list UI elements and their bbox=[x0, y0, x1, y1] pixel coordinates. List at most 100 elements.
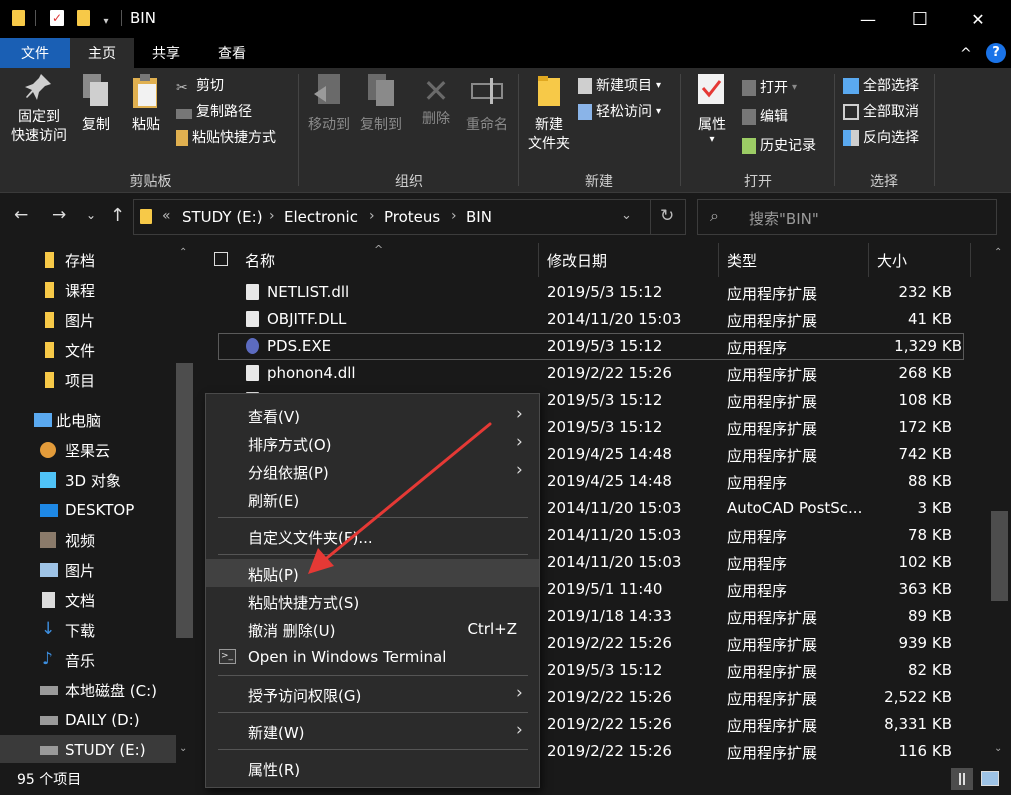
new-folder-button[interactable]: 新建 文件夹 bbox=[524, 72, 574, 154]
copy-path-button[interactable]: 复制路径 bbox=[176, 102, 252, 122]
table-row[interactable]: OBJITF.DLL 2014/11/20 15:03 应用程序扩展 41 KB bbox=[196, 306, 976, 333]
breadcrumb-bin[interactable]: BIN bbox=[466, 208, 492, 226]
column-header-name[interactable]: 名称 bbox=[245, 250, 275, 271]
breadcrumb-electronic[interactable]: Electronic bbox=[284, 208, 358, 226]
nav-item-projects[interactable]: 项目 bbox=[0, 365, 176, 395]
paste-shortcut-button[interactable]: 粘贴快捷方式 bbox=[176, 128, 276, 148]
nav-item-label: 项目 bbox=[65, 371, 96, 390]
nav-item-downloads[interactable]: ↓ 下载 bbox=[0, 615, 176, 645]
file-type: 应用程序扩展 bbox=[727, 312, 818, 330]
collapse-ribbon-icon[interactable]: ^ bbox=[960, 46, 972, 62]
nav-item-videos[interactable]: 视频 bbox=[0, 525, 176, 555]
table-row[interactable]: PDS.EXE 2019/5/3 15:12 应用程序 1,329 KB bbox=[218, 333, 964, 360]
column-header-date[interactable]: 修改日期 bbox=[547, 250, 607, 271]
breadcrumb-separator-icon[interactable]: › bbox=[369, 208, 375, 224]
nav-item-daily-d[interactable]: DAILY (D:) bbox=[0, 705, 176, 735]
file-list-scrollbar[interactable]: ⌃ ⌄ bbox=[988, 243, 1011, 763]
scroll-down-icon[interactable]: ⌄ bbox=[179, 743, 187, 754]
up-arrow-icon[interactable]: ↑ bbox=[110, 205, 125, 226]
table-row[interactable]: phonon4.dll 2019/2/22 15:26 应用程序扩展 268 KB bbox=[196, 360, 976, 387]
nav-item-3d-objects[interactable]: 3D 对象 bbox=[0, 465, 176, 495]
menu-item-properties[interactable]: 属性(R) bbox=[206, 754, 539, 782]
tab-home[interactable]: 主页 bbox=[70, 38, 134, 68]
customize-quick-access-icon[interactable]: ▾ bbox=[98, 12, 114, 30]
breadcrumb-drive[interactable]: STUDY (E:) bbox=[182, 208, 263, 226]
nav-item-pictures-pinned[interactable]: 图片 bbox=[0, 305, 176, 335]
breadcrumb-proteus[interactable]: Proteus bbox=[384, 208, 440, 226]
address-dropdown-icon[interactable]: ⌄ bbox=[621, 208, 632, 223]
file-type: 应用程序 bbox=[727, 474, 788, 492]
nav-item-this-pc[interactable]: 此电脑 bbox=[0, 405, 176, 435]
select-all-icon bbox=[843, 78, 859, 94]
tab-share[interactable]: 共享 bbox=[134, 38, 198, 68]
menu-item-open-terminal[interactable]: >_ Open in Windows Terminal bbox=[206, 643, 539, 671]
history-button[interactable]: 历史记录 bbox=[742, 136, 816, 156]
nav-item-label: 下载 bbox=[65, 621, 96, 640]
menu-item-give-access[interactable]: 授予访问权限(G) › bbox=[206, 680, 539, 708]
close-button[interactable]: ✕ bbox=[955, 0, 1001, 38]
refresh-icon[interactable]: ↻ bbox=[660, 206, 674, 226]
move-to-button[interactable]: 移动到 bbox=[304, 72, 354, 135]
search-box[interactable]: ⌕ 搜索"BIN" bbox=[697, 199, 997, 235]
delete-button[interactable]: ✕ 删除 bbox=[418, 72, 454, 129]
cut-button[interactable]: ✂ 剪切 bbox=[176, 76, 224, 96]
nav-item-files[interactable]: 文件 bbox=[0, 335, 176, 365]
column-divider[interactable] bbox=[538, 243, 539, 277]
tab-view[interactable]: 查看 bbox=[198, 38, 266, 68]
column-divider[interactable] bbox=[718, 243, 719, 277]
nav-item-study-e[interactable]: STUDY (E:) bbox=[0, 735, 176, 765]
invert-selection-button[interactable]: 反向选择 bbox=[843, 128, 919, 148]
menu-item-undo-delete[interactable]: 撤消 删除(U) Ctrl+Z bbox=[206, 615, 539, 643]
properties-icon bbox=[698, 74, 724, 104]
pin-to-quick-access-button[interactable]: 固定到 快速访问 bbox=[8, 72, 70, 146]
recent-locations-chevron-icon[interactable]: ⌄ bbox=[86, 208, 96, 222]
menu-item-paste-shortcut[interactable]: 粘贴快捷方式(S) bbox=[206, 587, 539, 615]
menu-item-new[interactable]: 新建(W) › bbox=[206, 717, 539, 745]
maximize-button[interactable]: ☐ bbox=[897, 0, 943, 38]
address-bar[interactable]: « STUDY (E:) › Electronic › Proteus › BI… bbox=[133, 199, 686, 235]
breadcrumb-separator-icon[interactable]: › bbox=[269, 208, 275, 224]
properties-button[interactable]: 属性 ▾ bbox=[690, 72, 734, 145]
column-header-type[interactable]: 类型 bbox=[727, 250, 757, 271]
properties-quick-access-button[interactable]: ✓ bbox=[49, 9, 65, 27]
scroll-up-icon[interactable]: ⌃ bbox=[179, 247, 187, 258]
select-all-button[interactable]: 全部选择 bbox=[843, 76, 919, 96]
column-divider[interactable] bbox=[868, 243, 869, 277]
forward-arrow-icon[interactable]: → bbox=[52, 205, 66, 225]
scroll-up-icon[interactable]: ⌃ bbox=[994, 247, 1002, 258]
help-icon[interactable]: ? bbox=[986, 43, 1006, 63]
rename-button[interactable]: 重命名 bbox=[462, 72, 512, 135]
nav-item-jianguoyun[interactable]: 坚果云 bbox=[0, 435, 176, 465]
breadcrumb-overflow[interactable]: « bbox=[162, 208, 171, 224]
scrollbar-thumb[interactable] bbox=[991, 511, 1008, 601]
open-button[interactable]: 打开 ▾ bbox=[742, 78, 797, 98]
minimize-button[interactable]: — bbox=[845, 0, 891, 38]
table-row[interactable]: NETLIST.dll 2019/5/3 15:12 应用程序扩展 232 KB bbox=[196, 279, 976, 306]
breadcrumb-separator-icon[interactable]: › bbox=[451, 208, 457, 224]
copy-to-button[interactable]: 复制到 bbox=[356, 72, 406, 135]
nav-item-courses[interactable]: 课程 bbox=[0, 275, 176, 305]
nav-item-documents[interactable]: 文档 bbox=[0, 585, 176, 615]
edit-button[interactable]: 编辑 bbox=[742, 107, 788, 127]
scroll-down-icon[interactable]: ⌄ bbox=[994, 743, 1002, 754]
new-folder-quick-access-button[interactable] bbox=[75, 9, 91, 27]
column-header-size[interactable]: 大小 bbox=[877, 250, 907, 271]
nav-item-archive[interactable]: 存档 bbox=[0, 245, 176, 275]
paste-button[interactable]: 粘贴 bbox=[126, 72, 166, 135]
select-none-button[interactable]: 全部取消 bbox=[843, 102, 919, 122]
select-all-checkbox[interactable] bbox=[214, 252, 228, 266]
tab-file[interactable]: 文件 bbox=[0, 38, 70, 68]
column-divider[interactable] bbox=[970, 243, 971, 277]
new-item-button[interactable]: 新建项目 ▾ bbox=[578, 76, 661, 96]
nav-item-desktop[interactable]: DESKTOP bbox=[0, 495, 176, 525]
copy-button[interactable]: 复制 bbox=[78, 72, 114, 135]
nav-item-local-disk-c[interactable]: 本地磁盘 (C:) bbox=[0, 675, 176, 705]
back-arrow-icon[interactable]: ← bbox=[14, 205, 28, 225]
easy-access-button[interactable]: 轻松访问 ▾ bbox=[578, 102, 661, 122]
nav-pane-scrollbar[interactable]: ⌃ ⌄ bbox=[173, 243, 196, 763]
nav-item-pictures[interactable]: 图片 bbox=[0, 555, 176, 585]
scrollbar-thumb[interactable] bbox=[176, 363, 193, 638]
details-view-button[interactable] bbox=[951, 768, 973, 790]
large-icons-view-button[interactable] bbox=[981, 771, 999, 786]
nav-item-music[interactable]: ♪ 音乐 bbox=[0, 645, 176, 675]
